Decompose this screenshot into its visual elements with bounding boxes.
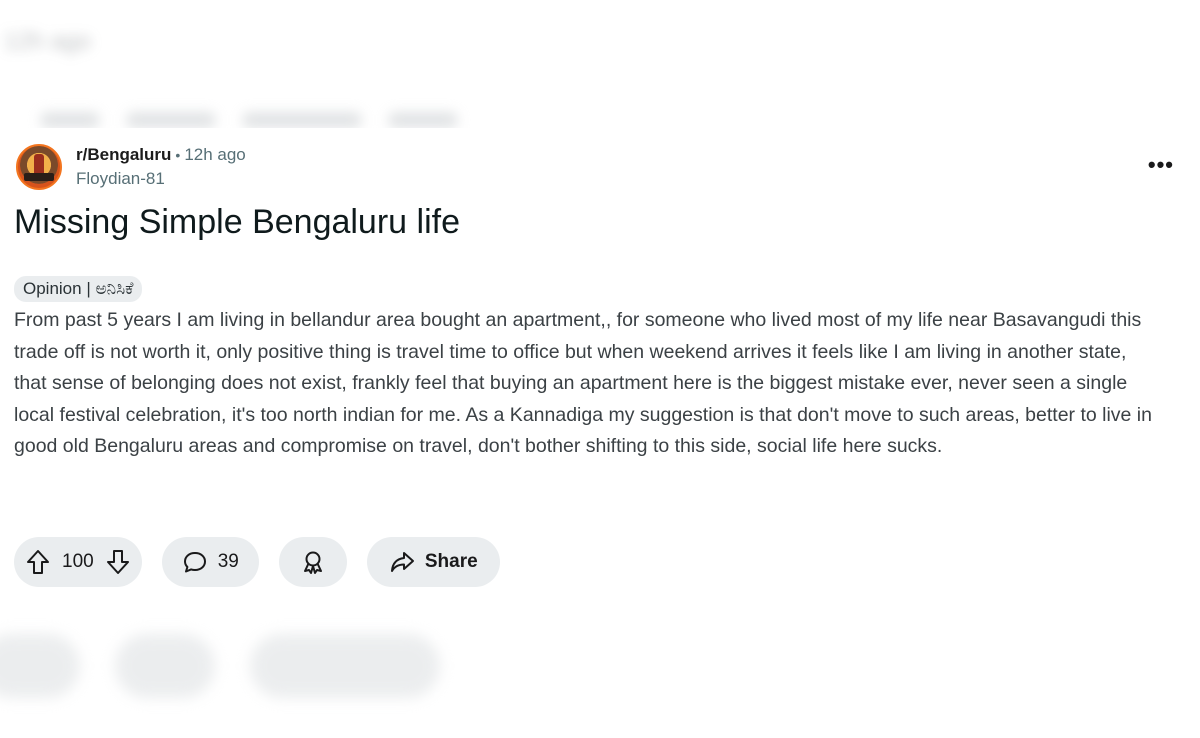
post-flair[interactable]: Opinion | ಅನಿಸಿಕೆ	[14, 276, 143, 302]
post-title[interactable]: Missing Simple Bengaluru life	[14, 200, 460, 244]
speech-bubble-icon	[182, 550, 208, 574]
subreddit-avatar[interactable]	[16, 144, 62, 190]
share-label: Share	[424, 551, 478, 572]
post-body: From past 5 years I am living in belland…	[14, 309, 1152, 457]
post-meta: r/Bengaluru • 12h ago Floydian-81	[76, 144, 246, 190]
vote-score: 100	[62, 551, 94, 572]
blurred-previous-post: 12h ago	[0, 0, 1200, 130]
upvote-arrow-icon[interactable]	[26, 549, 50, 575]
subreddit-link[interactable]: r/Bengaluru	[76, 145, 171, 164]
award-ribbon-icon	[300, 549, 326, 575]
post-card[interactable]: r/Bengaluru • 12h ago Floydian-81 ••• Miss…	[0, 128, 1200, 608]
blurred-next-actions	[0, 620, 1200, 738]
blurred-action-row	[40, 112, 458, 128]
award-button[interactable]	[278, 537, 347, 587]
meta-separator: •	[175, 147, 181, 163]
vote-control: 100	[14, 537, 142, 587]
post-timestamp: 12h ago	[184, 145, 246, 164]
action-bar: 100 39 Share	[14, 537, 500, 587]
author-link[interactable]: Floydian-81	[76, 168, 246, 190]
share-arrow-icon	[389, 550, 415, 574]
more-options-icon[interactable]: •••	[1148, 152, 1174, 178]
comments-count: 39	[217, 551, 239, 572]
blurred-timestamp: 12h ago	[4, 28, 91, 55]
comments-button[interactable]: 39	[161, 537, 259, 587]
share-button[interactable]: Share	[366, 537, 500, 587]
post-header: r/Bengaluru • 12h ago Floydian-81	[16, 144, 246, 190]
downvote-arrow-icon[interactable]	[106, 549, 130, 575]
